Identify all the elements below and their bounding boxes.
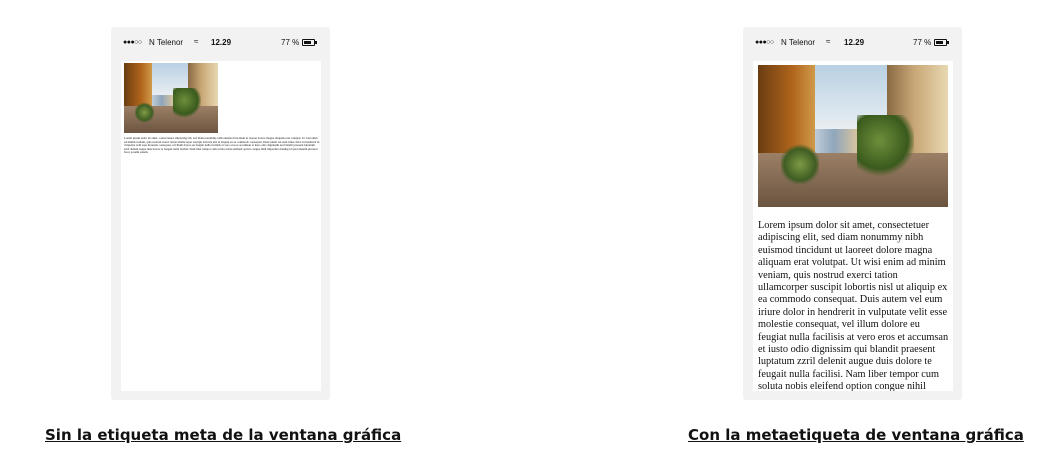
carrier-name: N Telenor [781, 38, 816, 47]
page-viewport: Lorem ipsum dolor sit amet, consectetuer… [121, 61, 321, 391]
signal-strength-icon: ●●●○○ [123, 39, 142, 46]
carrier-name: N Telenor [149, 38, 184, 47]
signal-strength-icon: ●●●○○ [755, 39, 774, 46]
status-bar: ●●●○○ N Telenor ≈ 12.29 77 % [111, 27, 330, 53]
phone-mockup-left: ●●●○○ N Telenor ≈ 12.29 77 % Lorem ipsum… [111, 27, 330, 400]
lorem-paragraph: Lorem ipsum dolor sit amet, consectetuer… [758, 220, 949, 391]
caption-with-viewport[interactable]: Con la metaetiqueta de ventana gráfica [688, 426, 1024, 444]
battery-icon [302, 39, 317, 46]
phone-mockup-right: ●●●○○ N Telenor ≈ 12.29 77 % Lorem ipsum… [743, 27, 962, 400]
status-bar: ●●●○○ N Telenor ≈ 12.29 77 % [743, 27, 962, 53]
battery-icon [934, 39, 949, 46]
alley-photo [124, 63, 218, 133]
caption-without-viewport[interactable]: Sin la etiqueta meta de la ventana gráfi… [45, 426, 401, 444]
status-time: 12.29 [211, 38, 232, 47]
battery-percent: 77 % [281, 38, 300, 47]
status-time: 12.29 [844, 38, 865, 47]
page-viewport: Lorem ipsum dolor sit amet, consectetuer… [753, 61, 953, 391]
wifi-icon: ≈ [826, 37, 831, 46]
battery-percent: 77 % [913, 38, 932, 47]
wifi-icon: ≈ [194, 37, 199, 46]
lorem-paragraph: Lorem ipsum dolor sit amet, consectetuer… [124, 136, 320, 155]
alley-photo [758, 65, 948, 207]
